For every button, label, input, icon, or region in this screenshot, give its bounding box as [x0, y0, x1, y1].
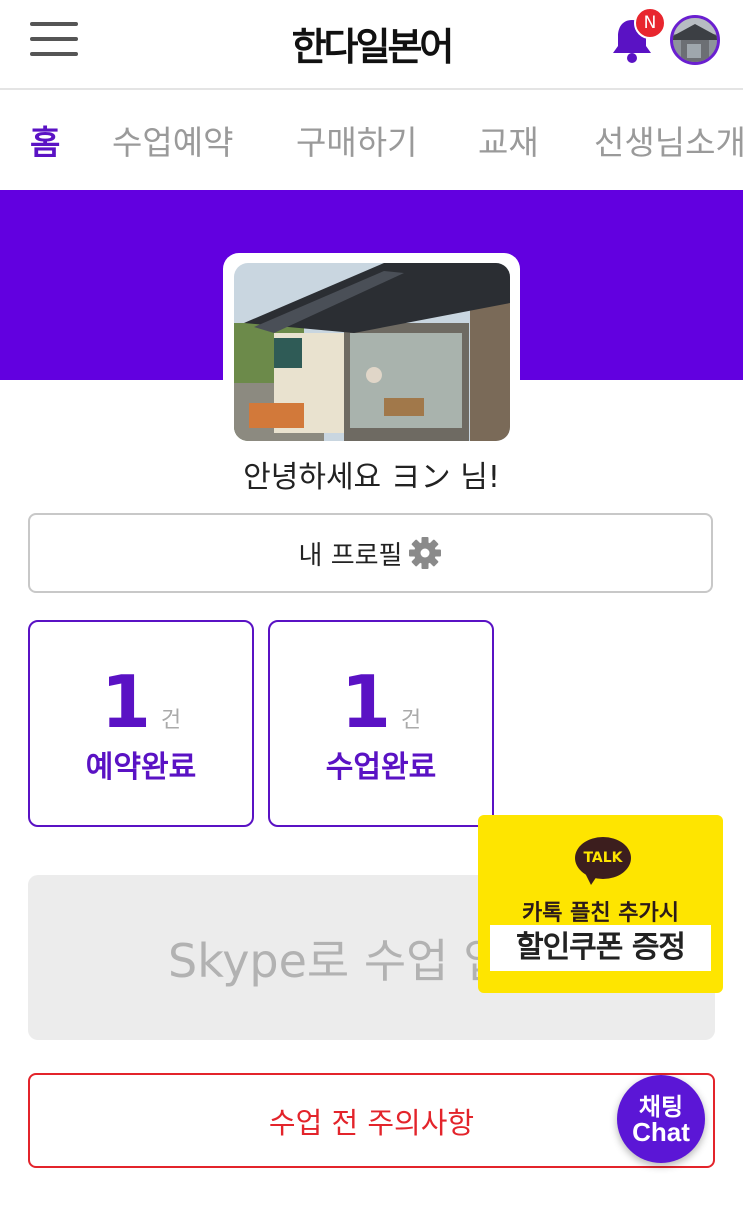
pre-class-notice-button[interactable]: 수업 전 주의사항 — [28, 1073, 715, 1168]
tab-textbook[interactable]: 교재 — [478, 116, 539, 164]
gear-icon — [409, 537, 442, 569]
chat-button[interactable]: 채팅 Chat — [617, 1075, 705, 1163]
stat-booked-label: 예약완료 — [85, 750, 197, 785]
notice-label: 수업 전 주의사항 — [268, 1105, 475, 1140]
stat-completed-label: 수업완료 — [325, 750, 437, 785]
skype-join-label: Skype로 수업 입 — [168, 934, 506, 988]
main-nav: 홈 수업예약 구매하기 교재 선생님소개 — [0, 92, 743, 188]
avatar-photo — [673, 18, 717, 62]
kakao-promo-banner[interactable]: TALK 카톡 플친 추가시 할인쿠폰 증정 — [478, 815, 723, 993]
kakao-talk-icon-tail — [585, 873, 599, 885]
kakao-talk-icon: TALK — [575, 837, 631, 879]
greeting-text: 안녕하세요 ヨン 님! — [243, 460, 500, 495]
my-profile-button[interactable]: 내 프로필 — [28, 513, 713, 593]
kakao-promo-line1: 카톡 플친 추가시 — [522, 901, 679, 926]
stat-booked[interactable]: 1건 예약완료 — [28, 620, 254, 827]
tab-purchase[interactable]: 구매하기 — [296, 116, 417, 164]
my-profile-label: 내 프로필 — [298, 540, 403, 571]
stat-completed[interactable]: 1건 수업완료 — [268, 620, 494, 827]
tab-teachers[interactable]: 선생님소개 — [594, 116, 743, 164]
notification-button[interactable]: N — [610, 7, 666, 64]
tab-booking[interactable]: 수업예약 — [112, 116, 233, 164]
stat-booked-count: 1건 — [100, 660, 182, 744]
profile-photo[interactable] — [234, 263, 510, 441]
tab-home[interactable]: 홈 — [30, 116, 60, 164]
app-header: 한다일본어 N — [0, 0, 743, 90]
stat-completed-count: 1건 — [340, 660, 422, 744]
kakao-promo-line2: 할인쿠폰 증정 — [490, 925, 711, 971]
user-avatar[interactable] — [670, 15, 720, 65]
notification-badge: N — [634, 7, 666, 39]
profile-photo-frame — [223, 253, 520, 450]
chat-button-line2: Chat — [632, 1117, 690, 1147]
